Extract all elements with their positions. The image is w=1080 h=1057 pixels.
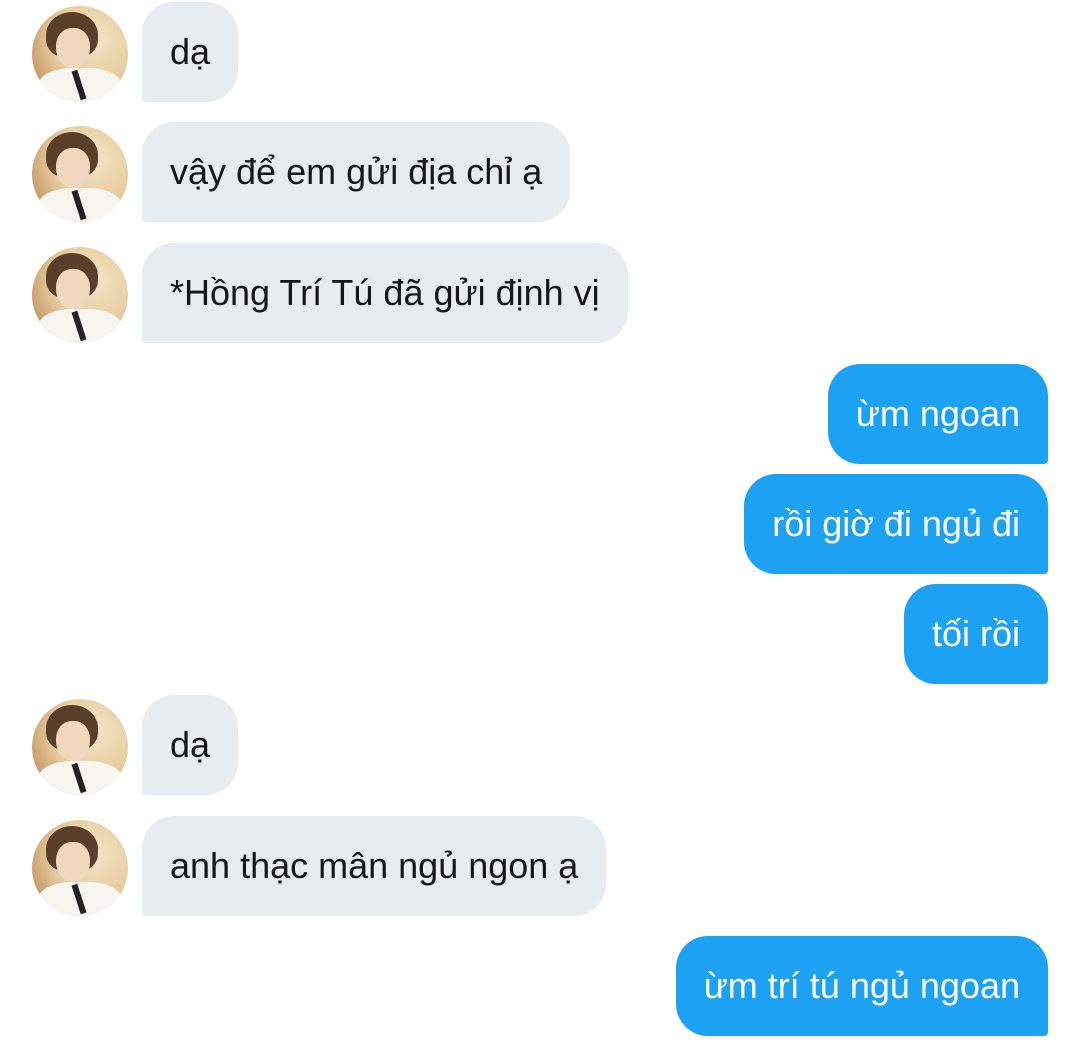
message-text: rồi giờ đi ngủ đi — [772, 503, 1020, 544]
outgoing-message-bubble[interactable]: tối rồi — [903, 584, 1048, 684]
outgoing-message-bubble[interactable]: ừm trí tú ngủ ngoan — [675, 936, 1048, 1036]
message-text: ừm trí tú ngủ ngoan — [703, 965, 1020, 1006]
incoming-message-bubble[interactable]: anh thạc mân ngủ ngon ạ — [142, 816, 607, 916]
incoming-message-bubble[interactable]: dạ — [142, 695, 239, 795]
outgoing-message-bubble[interactable]: rồi giờ đi ngủ đi — [744, 474, 1048, 574]
contact-avatar[interactable] — [32, 6, 128, 102]
contact-avatar[interactable] — [32, 126, 128, 222]
message-text: tối rồi — [931, 613, 1020, 654]
outgoing-message-bubble[interactable]: ừm ngoan — [827, 364, 1048, 464]
message-text: anh thạc mân ngủ ngon ạ — [170, 845, 579, 886]
message-text: ừm ngoan — [855, 393, 1020, 434]
incoming-message-bubble[interactable]: *Hồng Trí Tú đã gửi định vị — [142, 243, 628, 343]
chat-thread: dạ vậy để em gửi địa chỉ ạ *Hồng Trí Tú … — [0, 0, 1080, 1057]
message-text: dạ — [170, 31, 211, 72]
contact-avatar[interactable] — [32, 247, 128, 343]
incoming-message-bubble[interactable]: vậy để em gửi địa chỉ ạ — [142, 122, 571, 222]
message-text: vậy để em gửi địa chỉ ạ — [170, 151, 543, 192]
contact-avatar[interactable] — [32, 699, 128, 795]
incoming-message-bubble[interactable]: dạ — [142, 2, 239, 102]
contact-avatar[interactable] — [32, 820, 128, 916]
message-text: *Hồng Trí Tú đã gửi định vị — [170, 272, 600, 313]
message-text: dạ — [170, 724, 211, 765]
